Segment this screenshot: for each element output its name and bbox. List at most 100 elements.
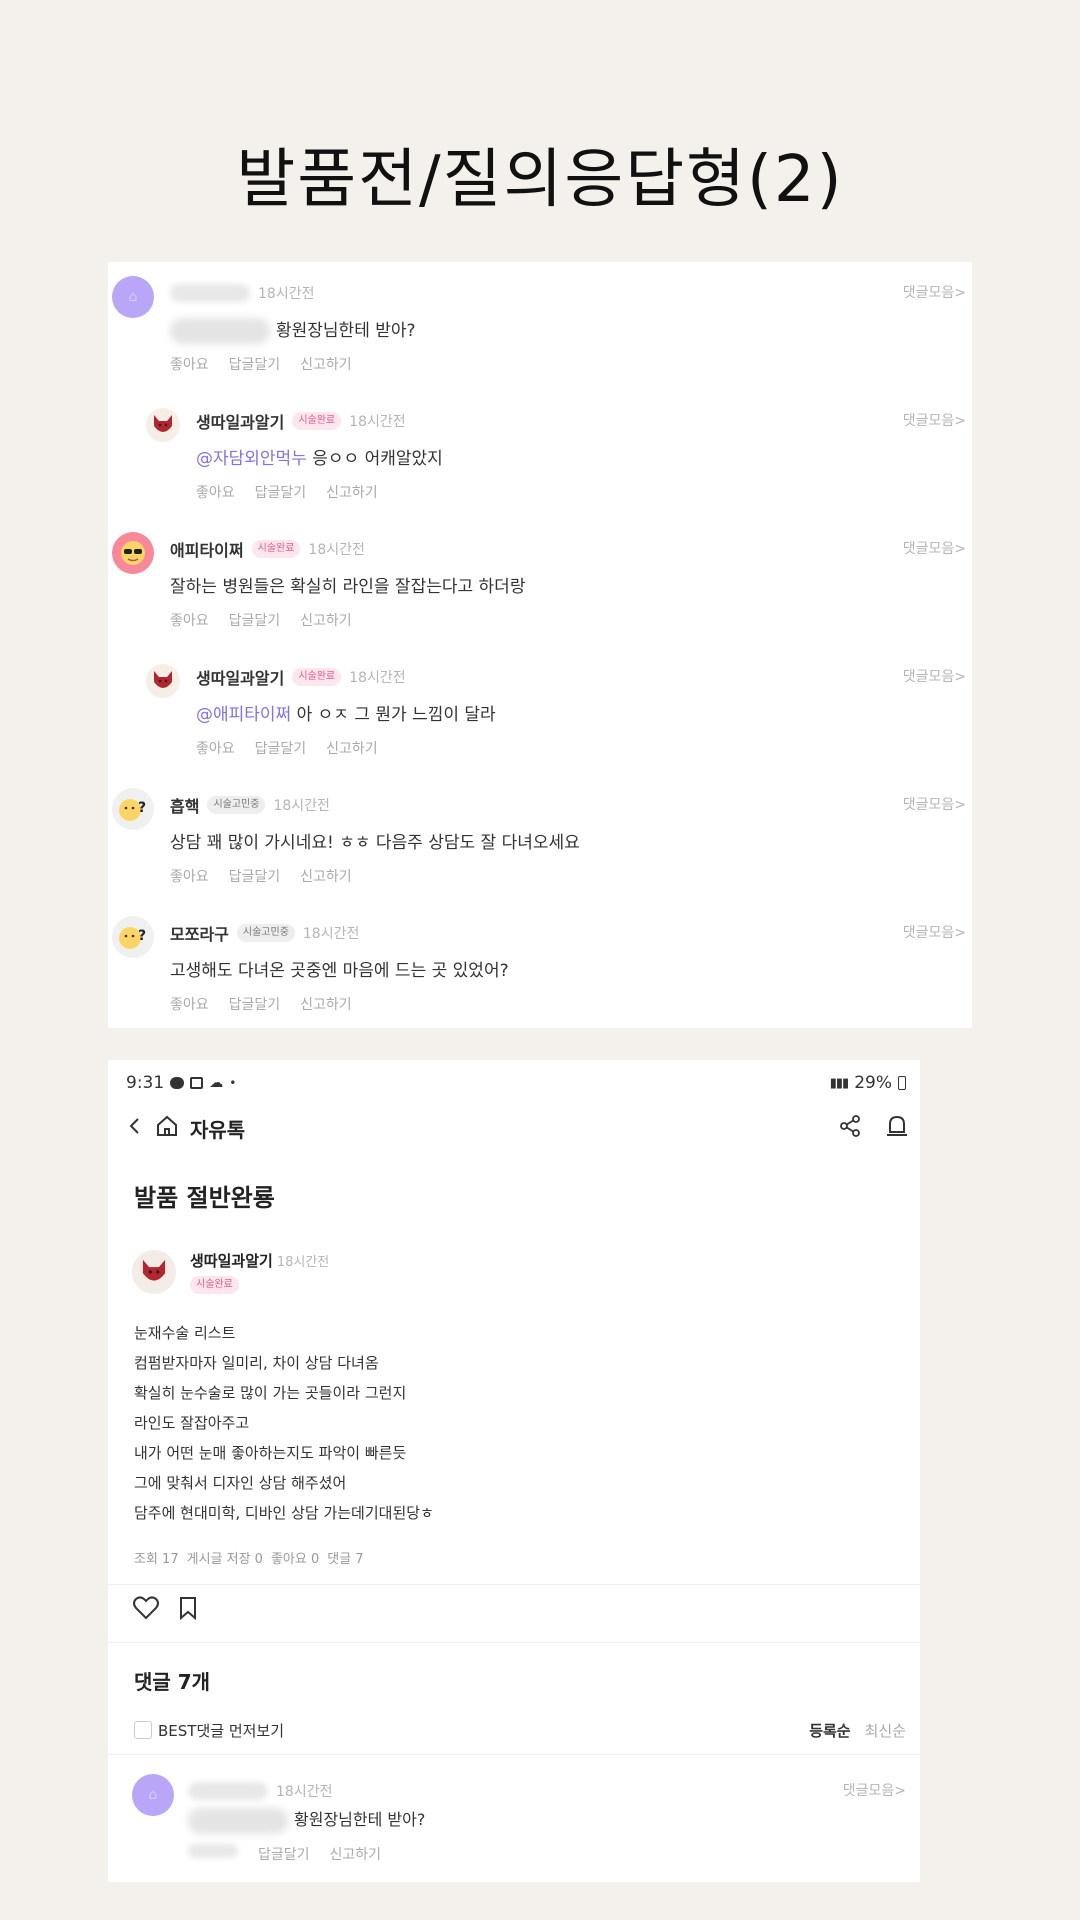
nav-title: 자유톡: [190, 1117, 246, 1142]
blurred-text: [170, 318, 270, 344]
status-badge: 시술완료: [292, 668, 342, 686]
like-button[interactable]: 좋아요: [196, 738, 235, 758]
like-button[interactable]: 좋아요: [196, 482, 235, 502]
post-line: 눈재수술 리스트: [134, 1324, 236, 1342]
comment-time: 18시간전: [349, 670, 406, 686]
best-first-checkbox[interactable]: [134, 1721, 152, 1739]
report-button[interactable]: 신고하기: [326, 482, 378, 502]
comment-text: 잘하는 병원들은 확실히 라인을 잘잡는다고 하더랑: [170, 577, 526, 597]
fox-avatar-icon[interactable]: [132, 1250, 176, 1294]
comment-text: 황원장님한테 받아?: [276, 321, 416, 341]
blurred-nickname: [170, 284, 250, 302]
battery-level: 29%: [854, 1073, 892, 1093]
report-button[interactable]: 신고하기: [300, 610, 352, 630]
reply-button[interactable]: 답글달기: [229, 866, 281, 886]
signal-icon: ▮▮▮: [829, 1075, 849, 1091]
svg-text:?: ?: [138, 928, 146, 944]
share-icon[interactable]: [838, 1114, 862, 1142]
comment-item: 생따일과알기 시술완료 18시간전 댓글모음> @자담외안먹누 응ㅇㅇ 어캐알았…: [108, 390, 972, 518]
status-bar: 9:31 ☁ • ▮▮▮ 29%: [126, 1070, 906, 1096]
status-badge: 시술고민중: [207, 796, 266, 814]
reply-button[interactable]: 답글달기: [258, 1844, 310, 1864]
post-line: 라인도 잘잡아주고: [134, 1414, 250, 1432]
post-stats: 조회 17 게시글 저장 0 좋아요 0 댓글 7: [134, 1548, 364, 1567]
post-time: 18시간전: [276, 1255, 330, 1270]
like-button[interactable]: 좋아요: [170, 610, 209, 630]
blurred-like: [188, 1844, 238, 1858]
user-avatar-icon: ⌂: [112, 276, 154, 318]
comment-time: 18시간전: [276, 1784, 333, 1800]
sort-registered-button[interactable]: 등록순: [809, 1720, 850, 1741]
comment-text: 황원장님한테 받아?: [294, 1810, 426, 1829]
fox-avatar-icon: [146, 408, 180, 442]
report-button[interactable]: 신고하기: [300, 866, 352, 886]
comment-collection-link[interactable]: 댓글모음>: [903, 794, 966, 814]
post-line: 그에 맞춰서 디자인 상담 해주셨어: [134, 1474, 347, 1492]
post-title: 발품 절반완룡: [134, 1184, 275, 1212]
comment-item: ⌂ 18시간전 댓글모음> 황원장님한테 받아? 좋아요 답글달기 신고하기: [108, 262, 972, 390]
post-line: 확실히 눈수술로 많이 가는 곳들이라 그런지: [134, 1384, 407, 1402]
fox-avatar-icon: [146, 664, 180, 698]
heart-icon[interactable]: [132, 1595, 160, 1625]
back-icon[interactable]: [124, 1115, 146, 1141]
best-first-label[interactable]: BEST댓글 먼저보기: [158, 1720, 284, 1741]
reply-button[interactable]: 답글달기: [229, 610, 281, 630]
best-filter-row: BEST댓글 먼저보기 등록순 최신순: [134, 1718, 906, 1742]
comment-nickname[interactable]: 생따일과알기: [196, 665, 284, 689]
comment-collection-link[interactable]: 댓글모음>: [903, 410, 966, 430]
comment-time: 18시간전: [308, 542, 365, 558]
report-button[interactable]: 신고하기: [300, 354, 352, 374]
reaction-row: [132, 1590, 198, 1630]
status-badge: 시술완료: [251, 540, 301, 558]
comment-collection-link[interactable]: 댓글모음>: [903, 282, 966, 302]
comment-collection-link[interactable]: 댓글모음>: [843, 1780, 906, 1800]
mention-link[interactable]: @애피타이쩌: [196, 705, 291, 725]
reply-button[interactable]: 답글달기: [255, 482, 307, 502]
comment-time: 18시간전: [258, 286, 315, 302]
report-button[interactable]: 신고하기: [300, 994, 352, 1014]
nav-bar: 자유톡: [124, 1106, 910, 1150]
comment-nickname[interactable]: 생따일과알기: [196, 409, 284, 433]
comment-collection-link[interactable]: 댓글모음>: [903, 922, 966, 942]
like-button[interactable]: 좋아요: [170, 866, 209, 886]
comment-item: 애피타이쩌 시술완료 18시간전 댓글모음> 잘하는 병원들은 확실히 라인을 …: [108, 518, 972, 646]
reply-button[interactable]: 답글달기: [229, 354, 281, 374]
reply-button[interactable]: 답글달기: [255, 738, 307, 758]
author-name[interactable]: 생따일과알기: [190, 1252, 273, 1270]
bookmark-icon[interactable]: [178, 1595, 198, 1625]
report-button[interactable]: 신고하기: [326, 738, 378, 758]
like-button[interactable]: 좋아요: [170, 994, 209, 1014]
post-line: 컴펌받자마자 일미리, 차이 상담 다녀옴: [134, 1354, 379, 1372]
save-count: 게시글 저장 0: [186, 1552, 263, 1567]
post-line: 담주에 현대미학, 디바인 상담 가는데기대된당ㅎ: [134, 1504, 434, 1522]
reply-button[interactable]: 답글달기: [229, 994, 281, 1014]
user-avatar-icon: ⌂: [132, 1774, 174, 1816]
like-button[interactable]: 좋아요: [170, 354, 209, 374]
comment-text: 고생해도 다녀온 곳중엔 마음에 드는 곳 있었어?: [170, 961, 509, 981]
comment-text: 응ㅇㅇ 어캐알았지: [312, 449, 443, 469]
comment-nickname[interactable]: 흡핵: [170, 793, 199, 817]
blurred-nickname: [188, 1782, 268, 1800]
post-line: 내가 어떤 눈매 좋아하는지도 파악이 빠른듯: [134, 1444, 407, 1462]
home-icon[interactable]: [154, 1113, 180, 1143]
page-title: 발품전/질의응답형(2): [236, 143, 844, 217]
comment-collection-link[interactable]: 댓글모음>: [903, 666, 966, 686]
report-button[interactable]: 신고하기: [330, 1844, 382, 1864]
comment-count-title: 댓글 7개: [134, 1670, 211, 1694]
mention-link[interactable]: @자담외안먹누: [196, 449, 307, 469]
comment-item: ? 모쪼라구 시술고민중 18시간전 댓글모음> 고생해도 다녀온 곳중엔 마음…: [108, 902, 972, 1028]
view-count: 조회 17: [134, 1552, 179, 1567]
cloud-icon: ☁: [209, 1075, 224, 1091]
svg-text:?: ?: [138, 800, 146, 816]
comment-count-stat: 댓글 7: [327, 1552, 364, 1567]
sort-latest-button[interactable]: 최신순: [865, 1720, 906, 1741]
battery-icon: [898, 1076, 906, 1090]
status-time: 9:31: [126, 1073, 165, 1093]
comment-item: ⌂ 18시간전 댓글모음> 황원장님한테 받아? 답글달기 신고하기: [108, 1760, 920, 1882]
blurred-text: [188, 1807, 288, 1834]
comment-nickname[interactable]: 모쪼라구: [170, 921, 229, 945]
bell-icon[interactable]: [884, 1113, 910, 1143]
comment-collection-link[interactable]: 댓글모음>: [903, 538, 966, 558]
comment-nickname[interactable]: 애피타이쩌: [170, 537, 244, 561]
comment-text: 아 ㅇㅈ 그 뭔가 느낌이 달라: [296, 705, 496, 725]
